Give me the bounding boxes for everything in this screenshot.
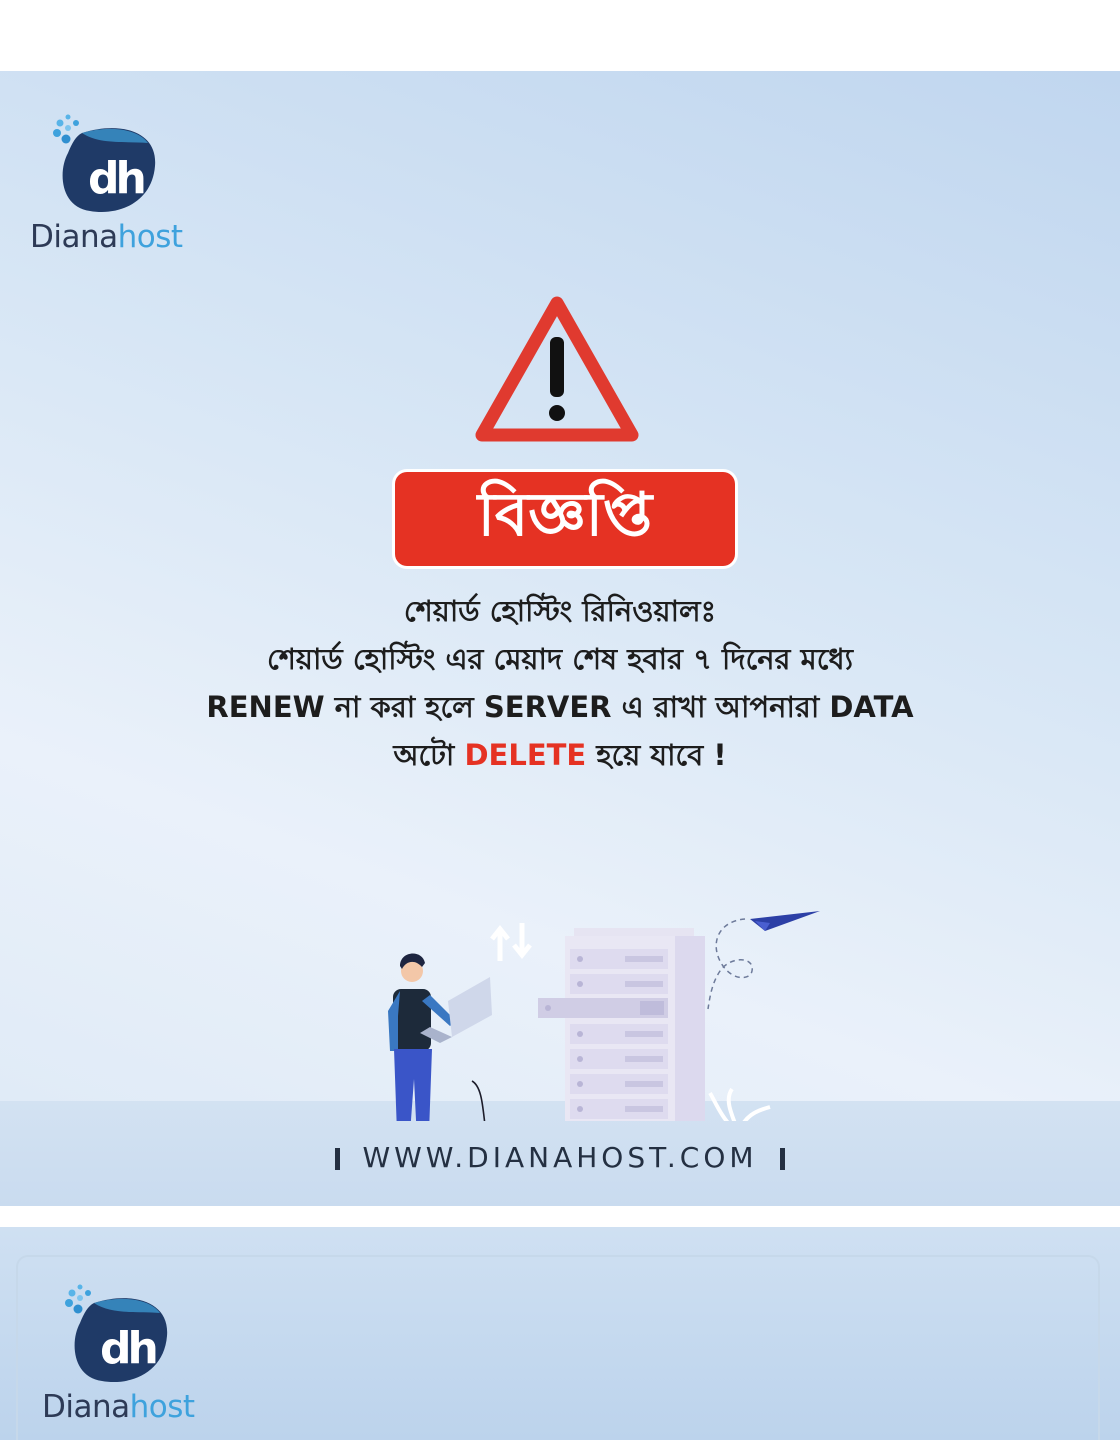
brand-name-part2: host: [117, 219, 183, 255]
warning-triangle-icon: [474, 295, 640, 451]
delete-highlight: DELETE: [464, 738, 587, 772]
brand-name-2-part1: Diana: [42, 1389, 130, 1425]
footer-bar-right: [779, 1148, 785, 1170]
post-card-1[interactable]: Dianahost dh বিজ্ঞপ্তি শেয়ার্ড হোস্টিং …: [0, 71, 1120, 1206]
notice-heading: শেয়ার্ড হোস্টিং রিনিওয়ালঃ: [403, 594, 717, 628]
notice-badge-label: বিজ্ঞপ্তি: [477, 480, 653, 550]
brand-name-2-part2: host: [129, 1389, 195, 1425]
server-illustration: [360, 831, 840, 1179]
paper-plane-icon: [707, 911, 820, 1010]
website-footer: WWW.DIANAHOST.COM: [0, 1141, 1120, 1174]
post-card-2[interactable]: Dianahost dh: [0, 1227, 1120, 1440]
brand-name-part1: Diana: [30, 219, 118, 255]
brand-logo: Dianahost dh: [30, 111, 183, 255]
notice-text: শেয়ার্ড হোস্টিং রিনিওয়ালঃ শেয়ার্ড হোস…: [160, 587, 960, 779]
plant-icon: [708, 1087, 771, 1156]
notice-line-1: শেয়ার্ড হোস্টিং এর মেয়াদ শেষ হবার ৭ দি…: [266, 642, 854, 676]
notice-line-3-end: হয়ে যাবে !: [596, 738, 727, 772]
brand-name-2: Dianahost: [42, 1389, 195, 1425]
logo-glyph-2: dh: [100, 1323, 159, 1374]
notice-badge: বিজ্ঞপ্তি: [395, 472, 735, 566]
brand-logo-2: Dianahost dh: [42, 1281, 195, 1425]
upload-download-arrows-icon: [490, 923, 532, 961]
website-url[interactable]: WWW.DIANAHOST.COM: [362, 1141, 757, 1174]
notice-line-3: অটো DELETE হয়ে যাবে !: [160, 731, 960, 779]
logo-glyph: dh: [88, 153, 147, 204]
notice-line-2: RENEW না করা হলে SERVER এ রাখা আপনারা DA…: [206, 690, 914, 724]
footer-bar-left: [335, 1148, 341, 1170]
notice-line-3-start: অটো: [393, 738, 455, 772]
brand-name: Dianahost: [30, 219, 183, 255]
